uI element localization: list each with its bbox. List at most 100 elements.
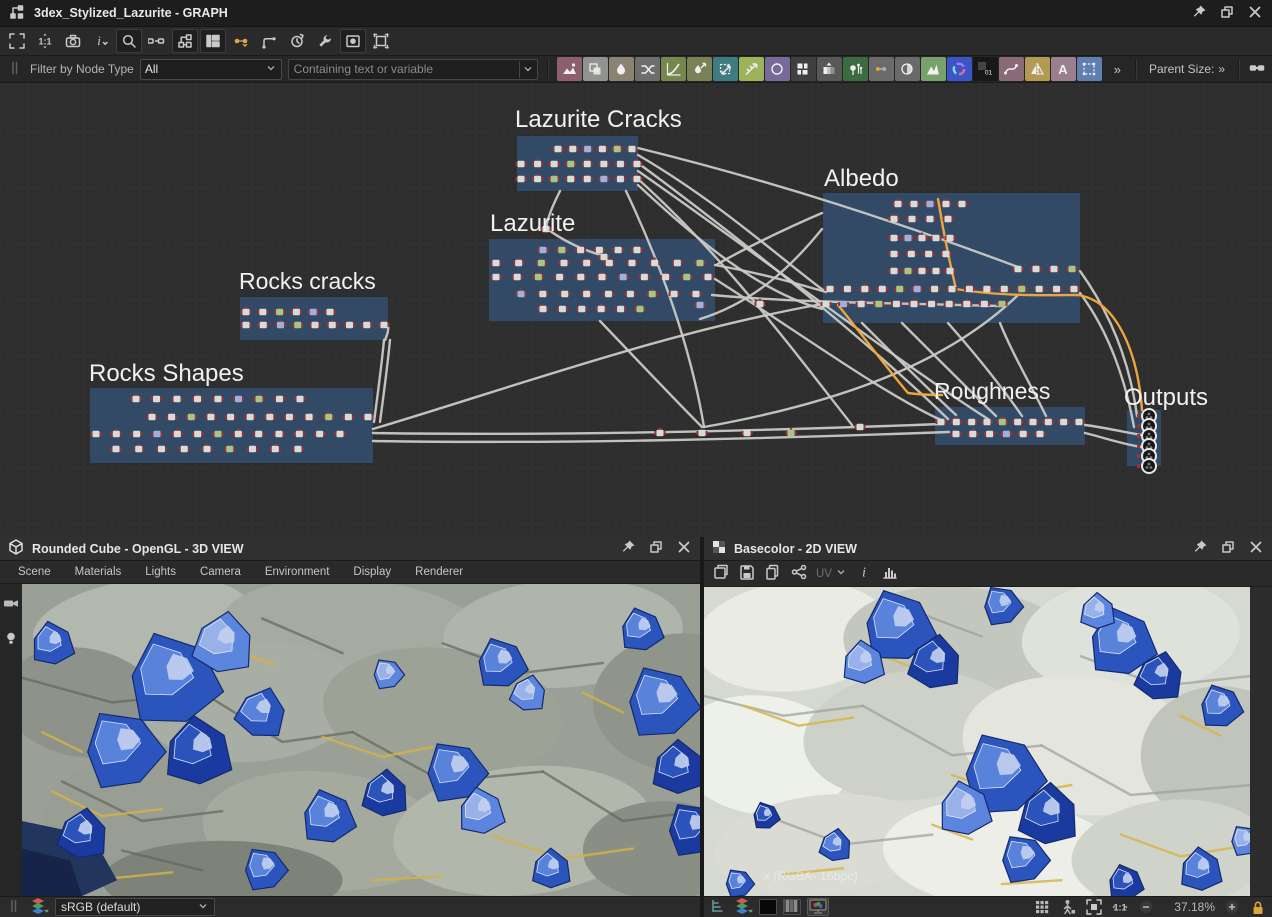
close-icon[interactable] [1246,3,1264,24]
menu-renderer[interactable]: Renderer [403,566,475,578]
text-node-icon[interactable]: A [1050,57,1076,81]
histogram-icon[interactable] [881,563,899,584]
link-nodes-icon[interactable] [868,57,894,81]
colorspace-layers-icon[interactable] [733,897,753,917]
filter-label: Filter by Node Type [30,62,134,76]
restore-icon[interactable] [1219,538,1237,559]
chevron-down-icon [835,566,847,581]
ambient-occlusion-icon[interactable] [894,57,920,81]
graph-title: 3dex_Stylized_Lazurite - GRAPH [34,6,228,20]
menu-materials[interactable]: Materials [63,566,134,578]
fit-view-icon[interactable] [4,29,30,53]
connection-dots-icon[interactable] [228,29,254,53]
zoom-search-icon[interactable] [116,29,142,53]
blend-icon[interactable] [582,57,608,81]
shape-icon[interactable] [764,57,790,81]
svg-text:i: i [862,565,866,580]
channel-shuffle-icon[interactable] [634,57,660,81]
copy-icon[interactable] [764,563,782,584]
search-options-button[interactable] [518,60,537,78]
scene-points-icon[interactable] [842,57,868,81]
menu-environment[interactable]: Environment [253,566,342,578]
search-input[interactable] [288,62,519,76]
restore-icon[interactable] [1218,3,1236,24]
info-icon[interactable]: i [855,563,873,584]
panels-icon[interactable] [200,29,226,53]
share-graph-icon[interactable] [790,563,808,584]
camera-video-icon[interactable] [2,594,20,615]
tools-icon[interactable] [312,29,338,53]
node-graph[interactable]: Lazurite Cracks Lazurite Rocks cracks Rocks… [0,83,1272,540]
close-icon[interactable] [675,538,693,559]
colorspace-layers-icon[interactable] [29,897,49,917]
mannequin-icon[interactable] [1059,899,1077,915]
color-wheel-icon[interactable] [946,57,972,81]
compute-timing-icon[interactable] [284,29,310,53]
close-icon[interactable] [1247,538,1265,559]
tile-sampler-icon[interactable] [790,57,816,81]
3d-viewport[interactable] [22,584,700,896]
node-graph-canvas[interactable]: Lazurite Cracks Lazurite Rocks cracks Rocks… [0,83,1272,537]
layer-tree-icon[interactable] [709,897,727,917]
link-display-icon[interactable] [144,29,170,53]
zoom-out-button[interactable] [1137,899,1155,915]
menu-lights[interactable]: Lights [133,566,188,578]
frame-grid-icon[interactable] [368,29,394,53]
spline-icon[interactable] [998,57,1024,81]
mirror-icon[interactable] [1024,57,1050,81]
menu-scene[interactable]: Scene [6,566,63,578]
pin-icon[interactable] [1191,538,1209,559]
open-subgraph-icon[interactable] [172,29,198,53]
transform-icon[interactable] [712,57,738,81]
3d-view-menubar: Scene Materials Lights Camera Environment Dis… [0,561,700,584]
crop-icon[interactable] [1076,57,1102,81]
svg-text:1:1: 1:1 [38,37,51,47]
search-box [287,58,538,80]
slope-blur-icon[interactable] [686,57,712,81]
zoom-in-button[interactable] [1223,899,1241,915]
svg-text:A: A [1059,62,1069,77]
pin-icon[interactable] [1190,3,1208,24]
node-type-select[interactable]: All [139,58,282,80]
fit-image-icon[interactable] [1085,899,1103,915]
2d-view-right-gutter [1250,587,1272,896]
directional-warp-icon[interactable] [738,57,764,81]
gradient-map-icon[interactable] [816,57,842,81]
3d-viewport-wrap [0,584,700,896]
histogram-scan-icon[interactable] [920,57,946,81]
node-group[interactable] [935,407,1085,445]
node-group[interactable] [240,297,388,340]
info-mode-icon[interactable]: i [88,29,114,53]
group-label: Lazurite [490,210,575,237]
grid-toggle-icon[interactable] [1033,899,1051,915]
actual-size-icon[interactable]: 1:1 [32,29,58,53]
uv-label: UV [816,567,832,580]
uv-mode-select[interactable]: UV [816,566,847,581]
parent-size-control[interactable]: Parent Size: » [1145,62,1229,76]
2d-viewport[interactable]: x (RGBA- 16bpc) [704,587,1250,896]
lock-zoom-icon[interactable] [1249,899,1267,915]
curve-icon[interactable] [660,57,686,81]
pin-icon[interactable] [619,538,637,559]
node-type-value: All [144,62,159,76]
background-black-swatch[interactable] [759,899,777,915]
thumbnail-icon[interactable] [340,29,366,53]
light-bulb-icon[interactable] [2,629,20,650]
menu-display[interactable]: Display [341,566,403,578]
palette-overflow-button[interactable]: » [1108,62,1126,77]
menu-camera[interactable]: Camera [188,566,253,578]
background-columns-swatch[interactable] [783,899,801,915]
new-image-icon[interactable] [712,563,730,584]
bitmap-01-icon[interactable]: 01 [972,57,998,81]
display-rgb-button[interactable] [807,898,829,916]
restore-icon[interactable] [647,538,665,559]
save-icon[interactable] [738,563,756,584]
svg-text:01: 01 [985,70,993,77]
pixel-ratio-icon[interactable]: 1:1 [1111,899,1129,915]
elbow-connection-icon[interactable] [256,29,282,53]
screenshot-icon[interactable] [60,29,86,53]
colorspace-select[interactable]: sRGB (default) [55,898,215,916]
blur-icon[interactable] [608,57,634,81]
uniform-color-icon[interactable] [556,57,582,81]
link-size-icon[interactable] [1248,59,1266,80]
